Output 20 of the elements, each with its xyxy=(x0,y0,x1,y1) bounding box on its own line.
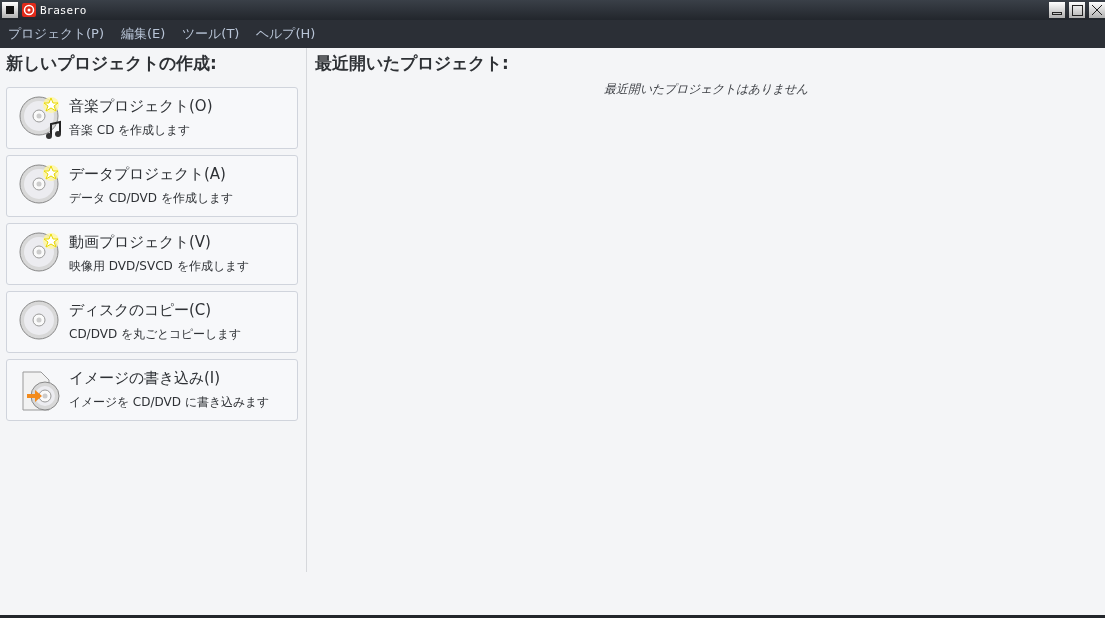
project-type-button[interactable]: データプロジェクト(A) データ CD/DVD を作成します xyxy=(6,155,298,217)
window-menu-button[interactable] xyxy=(2,2,18,18)
music-disc-icon xyxy=(19,96,63,140)
window-title: Brasero xyxy=(40,3,88,17)
empty-message: 最近開いたプロジェクトはありません xyxy=(604,81,808,98)
disc-image-icon xyxy=(19,368,63,412)
minimize-button[interactable] xyxy=(1049,2,1065,18)
app-logo-icon xyxy=(22,3,36,17)
menu-item[interactable]: ツール(T) xyxy=(182,25,240,43)
maximize-button[interactable] xyxy=(1069,2,1085,18)
menu-item[interactable]: ヘルプ(H) xyxy=(256,25,316,43)
section-heading: 最近開いたプロジェクト: xyxy=(315,52,509,75)
project-type-button[interactable]: 動画プロジェクト(V) 映像用 DVD/SVCD を作成します xyxy=(6,223,298,285)
menu-item[interactable]: プロジェクト(P) xyxy=(8,25,104,43)
menu-item[interactable]: 編集(E) xyxy=(121,25,166,43)
section-heading: 新しいプロジェクトの作成: xyxy=(6,52,217,75)
close-button[interactable] xyxy=(1089,2,1105,18)
project-type-button[interactable]: ディスクのコピー(C) CD/DVD を丸ごとコピーします xyxy=(6,291,298,353)
project-type-button[interactable]: 音楽プロジェクト(O) 音楽 CD を作成します xyxy=(6,87,298,149)
project-type-button[interactable]: イメージの書き込み(I) イメージを CD/DVD に書き込みます xyxy=(6,359,298,421)
